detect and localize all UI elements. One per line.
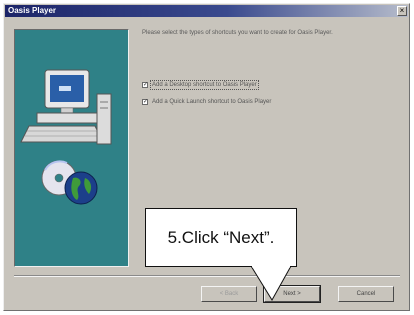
callout-text: 5.Click “Next”. [167,227,275,247]
checkbox-icon[interactable]: ✓ [142,82,148,88]
back-button[interactable]: < Back [201,286,257,302]
close-icon[interactable]: × [397,6,407,16]
globe-cd-icon [41,160,98,205]
quick-launch-shortcut-option[interactable]: ✓ Add a Quick Launch shortcut to Oasis P… [142,97,271,107]
desktop-shortcut-option[interactable]: ✓ Add a Desktop shortcut to Oasis Player [142,80,259,90]
checkbox-icon[interactable]: ✓ [142,99,148,105]
instruction-text: Please select the types of shortcuts you… [142,30,333,36]
cancel-button[interactable]: Cancel [338,286,394,302]
title-bar[interactable]: Oasis Player × [5,5,408,17]
setup-artwork-panel [14,29,129,267]
callout-pointer-arrow [250,266,292,301]
desktop-shortcut-label: Add a Desktop shortcut to Oasis Player [150,80,259,90]
quick-launch-shortcut-label: Add a Quick Launch shortcut to Oasis Pla… [152,99,272,105]
button-separator [14,275,400,277]
callout-box: 5.Click “Next”. [145,208,297,267]
window-title: Oasis Player [8,6,57,15]
